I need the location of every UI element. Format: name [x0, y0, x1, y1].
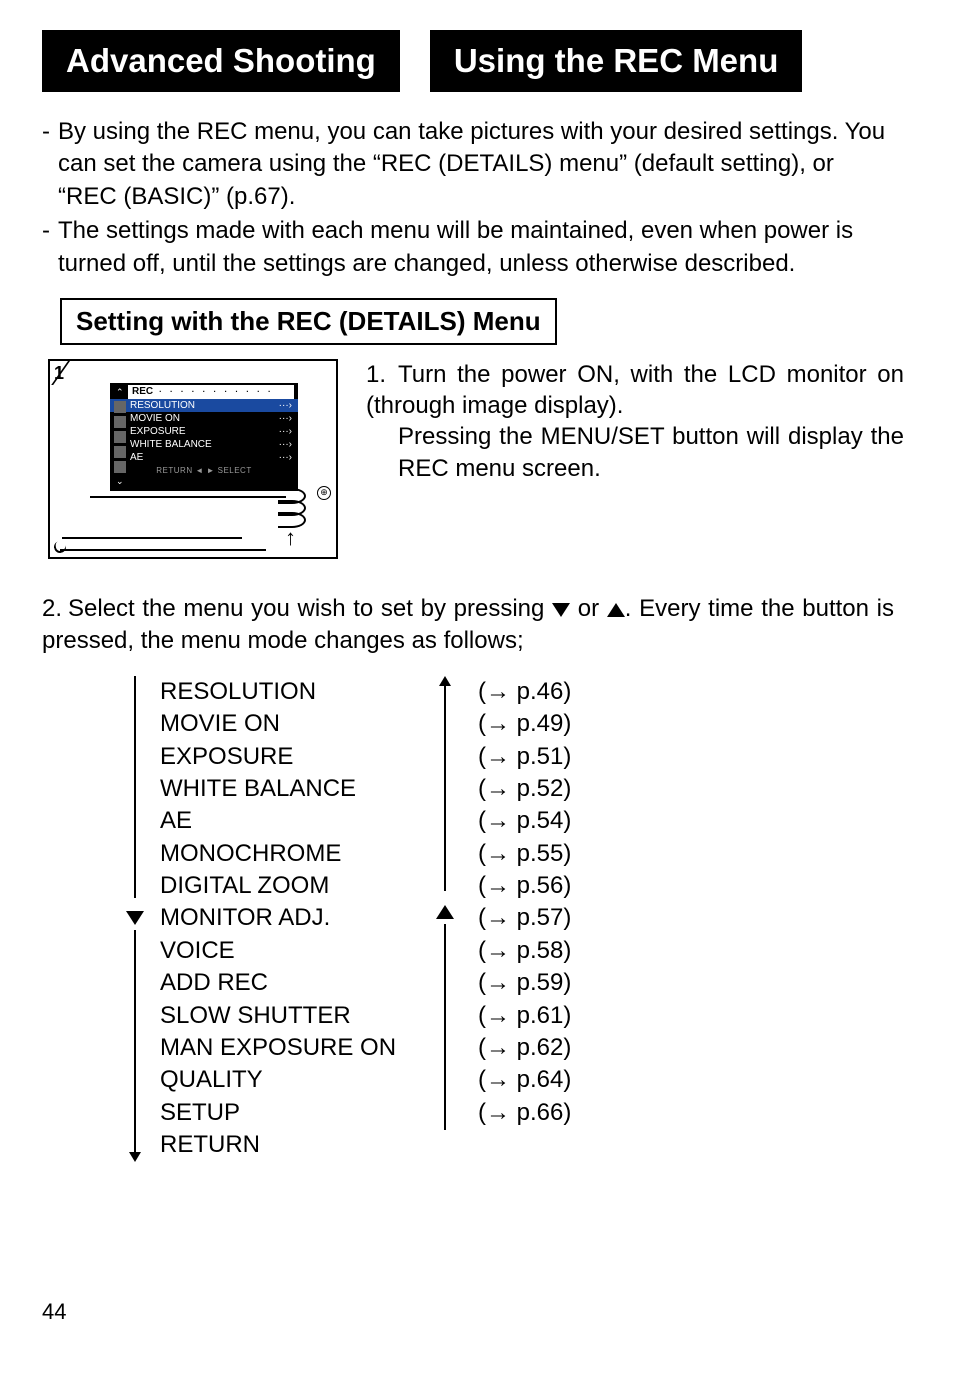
page-ref [478, 1129, 571, 1161]
page-ref: (→ p.56) [478, 870, 571, 902]
menu-nav-up-indicator [430, 676, 460, 1162]
exposure-icon [114, 431, 126, 443]
figure-1: 1 ⌃ ⌄ REC · · · · · · · · · · · RESOLUTI… [48, 359, 338, 559]
resolution-icon [114, 401, 126, 413]
menu-button-arrow-icon: ↑ [285, 525, 296, 551]
page-ref: (→ p.61) [478, 1000, 571, 1032]
step-1: 1 ⌃ ⌄ REC · · · · · · · · · · · RESOLUTI… [0, 359, 954, 559]
lcd-item-exposure: EXPOSURE···› [110, 425, 298, 438]
menu-item: ADD REC [160, 967, 430, 999]
up-arrow-small-icon [439, 676, 451, 686]
lcd-item-ae: AE···› [110, 451, 298, 464]
chevron-up-icon: ⌃ [116, 387, 124, 398]
chevron-down-icon: ⌄ [116, 476, 124, 487]
page-ref: (→ p.51) [478, 741, 571, 773]
submenu-arrow-icon: ···› [279, 400, 292, 411]
menu-item: RESOLUTION [160, 676, 430, 708]
intro-bullet-1-text: By using the REC menu, you can take pict… [58, 116, 894, 213]
page-header: Advanced Shooting Using the REC Menu [42, 30, 954, 92]
menu-item: SETUP [160, 1097, 430, 1129]
up-arrow-icon [607, 603, 625, 617]
white-balance-icon [114, 446, 126, 458]
page-ref: (→ p.55) [478, 838, 571, 870]
menu-item: EXPOSURE [160, 741, 430, 773]
step-2: 2.Select the menu you wish to set by pre… [42, 593, 894, 658]
lcd-title-bar: REC · · · · · · · · · · · [128, 385, 294, 399]
submenu-arrow-icon: ···› [279, 439, 292, 450]
menu-refs-column: (→ p.46) (→ p.49) (→ p.51) (→ p.52) (→ p… [460, 676, 571, 1162]
menu-item: DIGITAL ZOOM [160, 870, 430, 902]
page-ref: (→ p.54) [478, 805, 571, 837]
menu-item: AE [160, 805, 430, 837]
page-ref: (→ p.66) [478, 1097, 571, 1129]
menu-item: MONITOR ADJ. [160, 902, 430, 934]
menu-item: SLOW SHUTTER [160, 1000, 430, 1032]
step-1-line-2: Pressing the MENU/SET button will displa… [366, 421, 904, 483]
page-ref: (→ p.64) [478, 1064, 571, 1096]
menu-item: VOICE [160, 935, 430, 967]
submenu-arrow-icon: ···› [279, 452, 292, 463]
page-ref: (→ p.62) [478, 1032, 571, 1064]
page-ref: (→ p.52) [478, 773, 571, 805]
header-tab-right: Using the REC Menu [430, 30, 803, 92]
lcd-item-white-balance: WHITE BALANCE···› [110, 438, 298, 451]
page-ref: (→ p.58) [478, 935, 571, 967]
menu-list: RESOLUTION MOVIE ON EXPOSURE WHITE BALAN… [120, 676, 954, 1162]
intro-bullet-2: - The settings made with each menu will … [42, 215, 894, 280]
page-ref: (→ p.59) [478, 967, 571, 999]
menu-item: RETURN [160, 1129, 430, 1161]
intro-bullet-1: - By using the REC menu, you can take pi… [42, 116, 894, 213]
lcd-item-resolution: RESOLUTION···› [110, 399, 298, 412]
lcd-screen: ⌃ ⌄ REC · · · · · · · · · · · RESOLUTION… [110, 383, 298, 491]
page-ref: (→ p.46) [478, 676, 571, 708]
header-tab-left: Advanced Shooting [42, 30, 400, 92]
step-2-number: 2. [42, 593, 68, 625]
step-2-text-b: or [570, 595, 607, 622]
intro-bullet-2-text: The settings made with each menu will be… [58, 215, 894, 280]
intro-text: - By using the REC menu, you can take pi… [42, 116, 894, 280]
menu-item: MAN EXPOSURE ON [160, 1032, 430, 1064]
down-arrow-small-icon [129, 1152, 141, 1162]
section-heading: Setting with the REC (DETAILS) Menu [60, 298, 557, 345]
camera-outline: ⊕ ↑ [90, 496, 326, 551]
page-ref: (→ p.49) [478, 708, 571, 740]
menu-item: WHITE BALANCE [160, 773, 430, 805]
lcd-footer: RETURN ◄ ► SELECT [110, 466, 298, 475]
movie-icon [114, 416, 126, 428]
ae-icon [114, 461, 126, 473]
step-1-text: 1.Turn the power ON, with the LCD monito… [366, 359, 954, 484]
lcd-icon-column [114, 401, 126, 476]
menu-item: QUALITY [160, 1064, 430, 1096]
section-heading-wrap: Setting with the REC (DETAILS) Menu [60, 298, 954, 345]
up-arrow-icon [436, 905, 454, 919]
down-arrow-icon [126, 911, 144, 925]
down-arrow-icon [552, 603, 570, 617]
menu-nav-down-indicator [120, 676, 150, 1162]
submenu-arrow-icon: ···› [279, 413, 292, 424]
lcd-title: REC [132, 386, 153, 397]
step-2-text-a: Select the menu you wish to set by press… [68, 595, 552, 622]
dash-icon: - [42, 215, 58, 280]
dash-icon: - [42, 116, 58, 213]
step-1-number: 1. [366, 359, 398, 390]
page-number: 44 [42, 1299, 66, 1325]
lcd-dots: · · · · · · · · · · · [159, 387, 274, 396]
menu-item: MONOCHROME [160, 838, 430, 870]
menu-names-column: RESOLUTION MOVIE ON EXPOSURE WHITE BALAN… [150, 676, 430, 1162]
menu-set-button-icon: ⊕ [317, 486, 331, 500]
menu-item: MOVIE ON [160, 708, 430, 740]
lcd-item-movie: MOVIE ON···› [110, 412, 298, 425]
step-1-line-1: Turn the power ON, with the LCD monitor … [366, 361, 904, 419]
page-ref: (→ p.57) [478, 902, 571, 934]
submenu-arrow-icon: ···› [279, 426, 292, 437]
